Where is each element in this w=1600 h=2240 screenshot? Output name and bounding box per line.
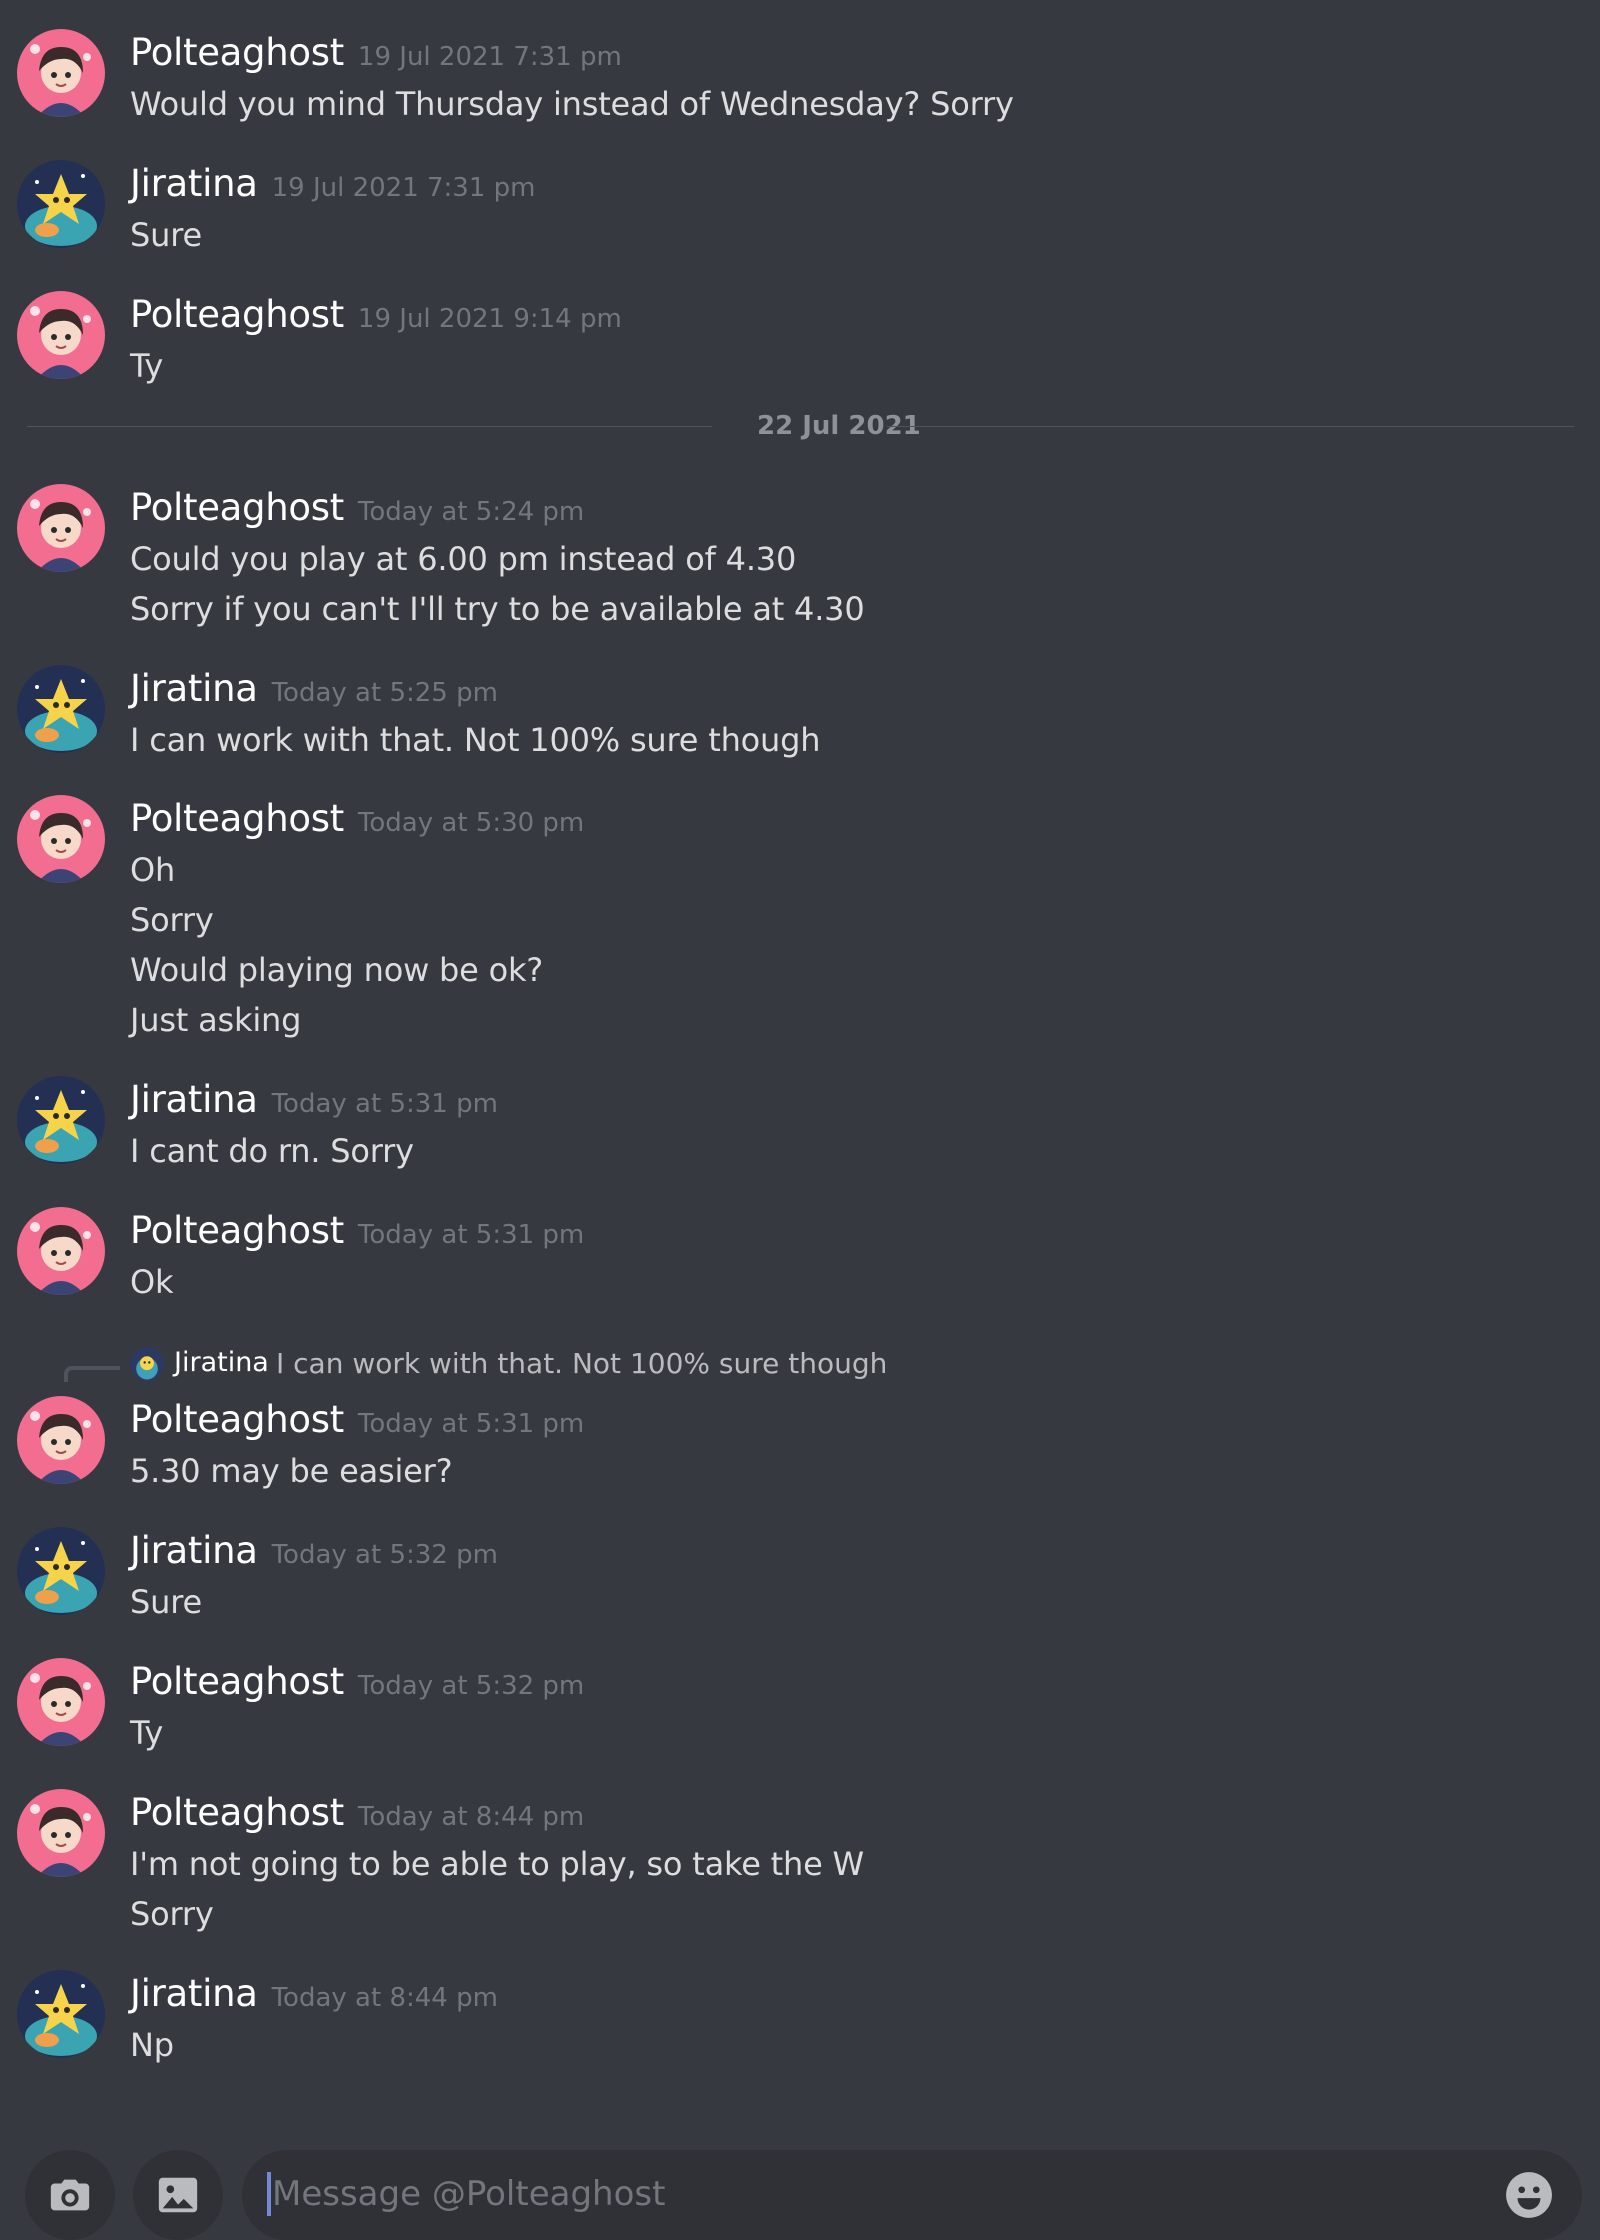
message-header: Polteaghost Today at 5:31 pm — [130, 1398, 584, 1441]
message-header: Jiratina 19 Jul 2021 7:31 pm — [130, 162, 536, 205]
avatar[interactable] — [17, 1658, 105, 1746]
camera-icon — [50, 2179, 90, 2211]
reply-spine — [64, 1366, 120, 1382]
message-header: Polteaghost Today at 5:31 pm — [130, 1209, 584, 1252]
reply-avatar — [130, 1347, 164, 1381]
message-header: Polteaghost Today at 8:44 pm — [130, 1791, 584, 1834]
message-header: Jiratina Today at 5:31 pm — [130, 1078, 498, 1121]
timestamp: Today at 5:31 pm — [357, 1409, 585, 1439]
avatar[interactable] — [17, 795, 105, 883]
reply-reference[interactable]: Jiratina I can work with that. Not 100% … — [62, 1347, 962, 1387]
message-text: Ty — [130, 347, 164, 385]
avatar[interactable] — [17, 1527, 105, 1615]
timestamp: Today at 8:44 pm — [271, 1983, 498, 2013]
emoji-icon[interactable] — [1504, 2170, 1554, 2220]
text-caret — [267, 2172, 271, 2216]
message-text: Sure — [130, 1583, 202, 1621]
message-text: Ty — [130, 1714, 164, 1752]
author-name[interactable]: Polteaghost — [130, 1660, 344, 1703]
message-text: Sorry — [130, 1895, 214, 1933]
message-text: Np — [130, 2026, 174, 2064]
message-text: Sorry if you can't I'll try to be availa… — [130, 590, 865, 628]
timestamp: 19 Jul 2021 9:14 pm — [357, 304, 622, 334]
message-text: Could you play at 6.00 pm instead of 4.3… — [130, 540, 797, 578]
avatar[interactable] — [17, 291, 105, 379]
message-text: I cant do rn. Sorry — [130, 1132, 414, 1170]
message-text: I'm not going to be able to play, so tak… — [130, 1845, 864, 1883]
author-name[interactable]: Jiratina — [130, 1972, 258, 2015]
message-input[interactable]: Message @Polteaghost — [242, 2150, 1582, 2240]
avatar[interactable] — [17, 665, 105, 753]
avatar[interactable] — [17, 1076, 105, 1164]
avatar[interactable] — [17, 1789, 105, 1877]
avatar[interactable] — [17, 1970, 105, 2058]
message-header: Jiratina Today at 5:32 pm — [130, 1529, 498, 1572]
avatar[interactable] — [17, 29, 105, 117]
message-text: Just asking — [130, 1001, 302, 1039]
timestamp: 19 Jul 2021 7:31 pm — [357, 42, 622, 72]
gallery-button[interactable] — [133, 2150, 223, 2240]
timestamp: Today at 5:24 pm — [357, 497, 585, 527]
author-name[interactable]: Polteaghost — [130, 797, 344, 840]
timestamp: Today at 5:32 pm — [357, 1671, 585, 1701]
timestamp: Today at 5:25 pm — [271, 678, 498, 708]
author-name[interactable]: Jiratina — [130, 162, 258, 205]
message-text: I can work with that. Not 100% sure thou… — [130, 721, 821, 759]
message-text: 5.30 may be easier? — [130, 1452, 453, 1490]
author-name[interactable]: Polteaghost — [130, 31, 344, 74]
author-name[interactable]: Polteaghost — [130, 1209, 344, 1252]
author-name[interactable]: Jiratina — [130, 667, 258, 710]
message-header: Polteaghost Today at 5:30 pm — [130, 797, 584, 840]
message-header: Polteaghost 19 Jul 2021 9:14 pm — [130, 293, 622, 336]
avatar[interactable] — [17, 484, 105, 572]
message-placeholder: Message @Polteaghost — [272, 2174, 666, 2214]
message-composer: Message @Polteaghost — [0, 2130, 1600, 2240]
timestamp: Today at 5:32 pm — [271, 1540, 498, 1570]
avatar[interactable] — [17, 1396, 105, 1484]
message-text: Would playing now be ok? — [130, 951, 544, 989]
image-icon — [158, 2177, 198, 2213]
message-header: Polteaghost Today at 5:24 pm — [130, 486, 584, 529]
author-name[interactable]: Polteaghost — [130, 293, 344, 336]
reply-text[interactable]: I can work with that. Not 100% sure thou… — [276, 1347, 887, 1380]
message-text: Sorry — [130, 901, 214, 939]
message-header: Jiratina Today at 5:25 pm — [130, 667, 498, 710]
timestamp: Today at 5:31 pm — [271, 1089, 498, 1119]
author-name[interactable]: Polteaghost — [130, 486, 344, 529]
message-text: Oh — [130, 851, 176, 889]
timestamp: Today at 8:44 pm — [357, 1802, 585, 1832]
message-header: Polteaghost Today at 5:32 pm — [130, 1660, 584, 1703]
timestamp: Today at 5:30 pm — [357, 808, 585, 838]
date-divider: 22 Jul 2021 — [27, 403, 1574, 449]
camera-button[interactable] — [25, 2150, 115, 2240]
avatar[interactable] — [17, 1207, 105, 1295]
author-name[interactable]: Jiratina — [130, 1529, 258, 1572]
avatar[interactable] — [17, 160, 105, 248]
author-name[interactable]: Polteaghost — [130, 1398, 344, 1441]
author-name[interactable]: Jiratina — [130, 1078, 258, 1121]
message-header: Jiratina Today at 8:44 pm — [130, 1972, 498, 2015]
author-name[interactable]: Polteaghost — [130, 1791, 344, 1834]
message-text: Ok — [130, 1263, 174, 1301]
timestamp: 19 Jul 2021 7:31 pm — [271, 173, 536, 203]
reply-author[interactable]: Jiratina — [174, 1347, 269, 1378]
timestamp: Today at 5:31 pm — [357, 1220, 585, 1250]
message-header: Polteaghost 19 Jul 2021 7:31 pm — [130, 31, 622, 74]
message-text: Would you mind Thursday instead of Wedne… — [130, 85, 1014, 123]
message-text: Sure — [130, 216, 202, 254]
